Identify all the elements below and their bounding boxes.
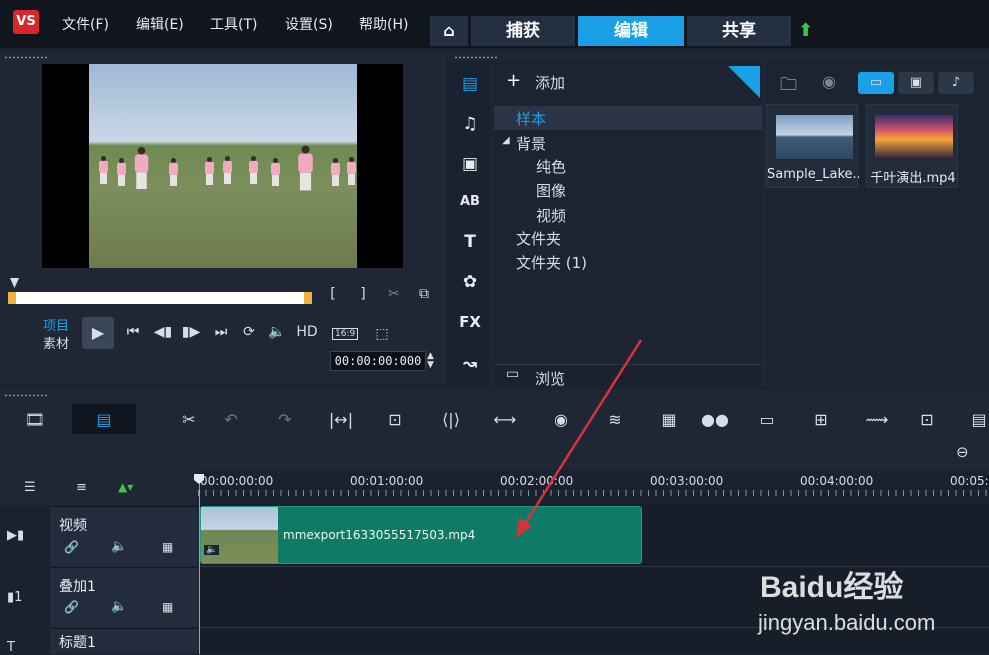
annotation-arrow xyxy=(516,339,643,538)
watermark-url: jingyan.baidu.com xyxy=(758,610,936,635)
arrow-head xyxy=(516,518,532,538)
arrow-shaft xyxy=(521,339,643,528)
watermark-brand: Baidu经验 xyxy=(760,571,904,604)
